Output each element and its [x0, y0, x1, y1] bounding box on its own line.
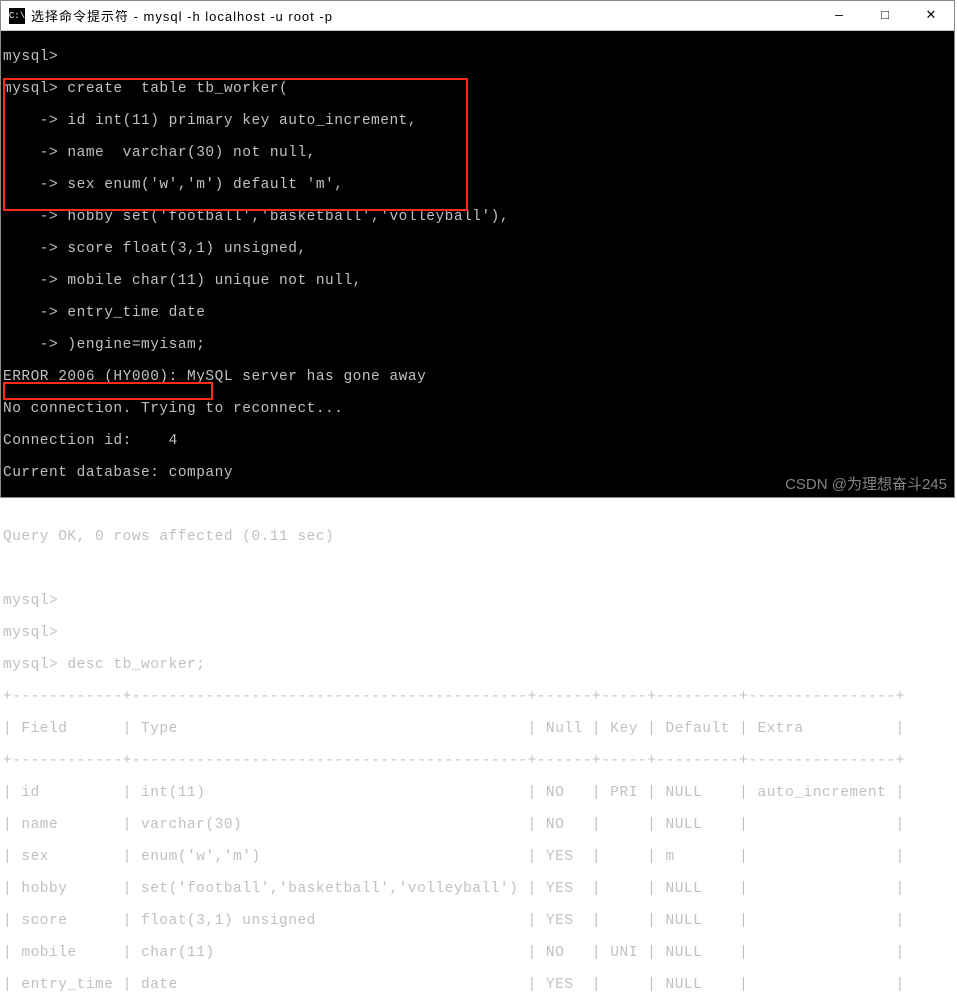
table-row: | id | int(11) | NO | PRI | NULL | auto_…: [3, 785, 954, 801]
window-title: 选择命令提示符 - mysql -h localhost -u root -p: [31, 6, 816, 25]
table-border: +------------+--------------------------…: [3, 753, 954, 769]
table-header: | Field | Type | Null | Key | Default | …: [3, 721, 954, 737]
watermark: CSDN @为理想奋斗245: [785, 473, 947, 494]
create-line: -> score float(3,1) unsigned,: [3, 241, 954, 257]
create-line: -> mobile char(11) unique not null,: [3, 273, 954, 289]
table-row: | score | float(3,1) unsigned | YES | | …: [3, 913, 954, 929]
window-controls: — □ ✕: [816, 1, 954, 30]
cursor-icon: [491, 595, 499, 609]
reconnect-line: No connection. Trying to reconnect...: [3, 401, 954, 417]
table-row: | mobile | char(11) | NO | UNI | NULL | …: [3, 945, 954, 961]
blank-line: [3, 497, 954, 513]
create-line: -> sex enum('w','m') default 'm',: [3, 177, 954, 193]
window: C:\ 选择命令提示符 - mysql -h localhost -u root…: [0, 0, 955, 498]
prompt-line: mysql>: [3, 49, 954, 65]
close-button[interactable]: ✕: [908, 1, 954, 30]
create-line: -> name varchar(30) not null,: [3, 145, 954, 161]
terminal[interactable]: mysql> mysql> create table tb_worker( ->…: [1, 31, 954, 497]
table-row: | name | varchar(30) | NO | | NULL | |: [3, 817, 954, 833]
desc-cmd: mysql> desc tb_worker;: [3, 657, 954, 673]
maximize-button[interactable]: □: [862, 1, 908, 30]
blank-line: [3, 561, 954, 577]
conn-id-line: Connection id: 4: [3, 433, 954, 449]
table-row: | hobby | set('football','basketball','v…: [3, 881, 954, 897]
table-row: | sex | enum('w','m') | YES | | m | |: [3, 849, 954, 865]
table-row: | entry_time | date | YES | | NULL | |: [3, 977, 954, 993]
create-table-cmd: mysql> create table tb_worker(: [3, 81, 954, 97]
create-line: -> entry_time date: [3, 305, 954, 321]
create-line: -> hobby set('football','basketball','vo…: [3, 209, 954, 225]
create-line: -> )engine=myisam;: [3, 337, 954, 353]
titlebar[interactable]: C:\ 选择命令提示符 - mysql -h localhost -u root…: [1, 1, 954, 31]
create-line: -> id int(11) primary key auto_increment…: [3, 113, 954, 129]
cmd-icon: C:\: [9, 8, 25, 24]
error-line: ERROR 2006 (HY000): MySQL server has gon…: [3, 369, 954, 385]
query-ok-line: Query OK, 0 rows affected (0.11 sec): [3, 529, 954, 545]
table-border: +------------+--------------------------…: [3, 689, 954, 705]
minimize-button[interactable]: —: [816, 1, 862, 30]
prompt-line: mysql>: [3, 593, 954, 609]
prompt-line: mysql>: [3, 625, 954, 641]
